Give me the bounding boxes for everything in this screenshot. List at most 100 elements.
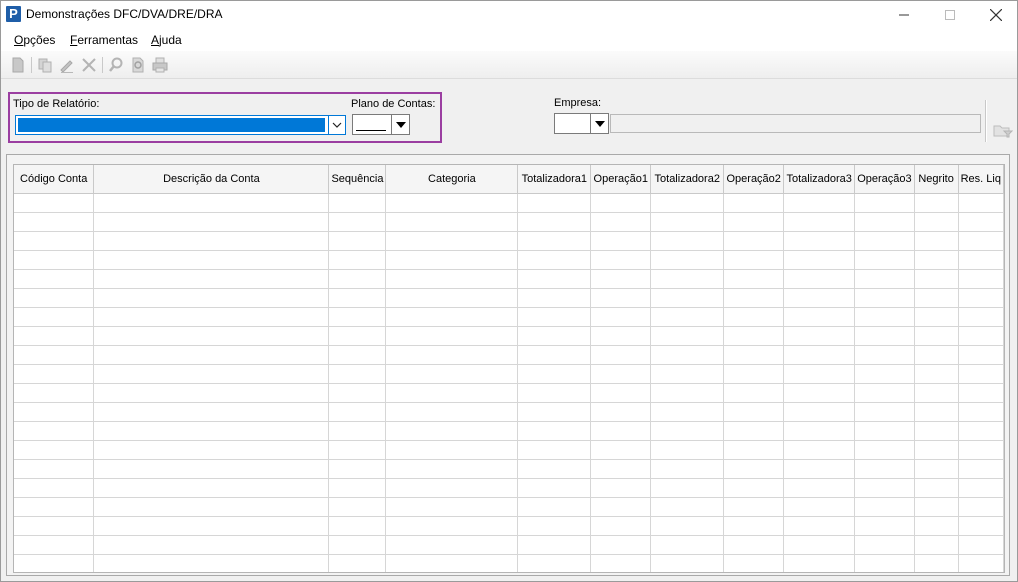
grid-cell[interactable] [14, 516, 95, 536]
grid-cell[interactable] [854, 307, 915, 327]
grid-cell[interactable] [650, 383, 725, 403]
grid-cell[interactable] [590, 383, 652, 403]
grid-cell[interactable] [723, 459, 785, 479]
grid-cell[interactable] [723, 383, 785, 403]
grid-cell[interactable] [854, 250, 915, 270]
grid-cell[interactable] [783, 516, 856, 536]
grid-cell[interactable] [958, 421, 1004, 441]
grid-cell[interactable] [328, 554, 387, 572]
grid-cell[interactable] [723, 478, 785, 498]
grid-cell[interactable] [517, 193, 592, 213]
table-row[interactable] [14, 326, 1004, 346]
column-header[interactable]: Res. Liq [958, 165, 1004, 194]
grid-cell[interactable] [590, 440, 652, 460]
grid-cell[interactable] [958, 516, 1004, 536]
print-icon[interactable] [151, 56, 169, 74]
grid-cell[interactable] [93, 231, 330, 251]
grid-cell[interactable] [783, 440, 856, 460]
grid-cell[interactable] [385, 497, 519, 517]
grid-cell[interactable] [385, 326, 519, 346]
grid-cell[interactable] [385, 402, 519, 422]
grid-cell[interactable] [854, 383, 915, 403]
grid-cell[interactable] [914, 288, 959, 308]
grid-cell[interactable] [517, 421, 592, 441]
grid-cell[interactable] [650, 288, 725, 308]
grid-cell[interactable] [914, 231, 959, 251]
column-header[interactable]: Categoria [385, 165, 519, 194]
grid-cell[interactable] [517, 554, 592, 572]
column-header[interactable]: Operação2 [723, 165, 785, 194]
grid-cell[interactable] [385, 459, 519, 479]
grid-cell[interactable] [14, 326, 95, 346]
grid-cell[interactable] [854, 212, 915, 232]
grid-cell[interactable] [650, 535, 725, 555]
table-row[interactable] [14, 402, 1004, 422]
grid-cell[interactable] [783, 364, 856, 384]
grid-cell[interactable] [650, 554, 725, 572]
grid-cell[interactable] [385, 269, 519, 289]
grid-cell[interactable] [914, 516, 959, 536]
grid-cell[interactable] [958, 288, 1004, 308]
grid-cell[interactable] [914, 364, 959, 384]
grid-cell[interactable] [14, 250, 95, 270]
grid-cell[interactable] [958, 231, 1004, 251]
grid-cell[interactable] [93, 193, 330, 213]
grid-cell[interactable] [914, 383, 959, 403]
grid-cell[interactable] [328, 383, 387, 403]
grid-cell[interactable] [854, 516, 915, 536]
grid-cell[interactable] [93, 326, 330, 346]
grid-cell[interactable] [517, 440, 592, 460]
table-row[interactable] [14, 383, 1004, 403]
tipo-relatorio-dropdown-button[interactable] [328, 116, 345, 134]
grid-cell[interactable] [590, 421, 652, 441]
grid-cell[interactable] [650, 193, 725, 213]
folder-filter-icon[interactable] [993, 123, 1013, 139]
grid-cell[interactable] [590, 364, 652, 384]
column-header[interactable]: Descrição da Conta [93, 165, 330, 194]
grid-cell[interactable] [14, 440, 95, 460]
grid-cell[interactable] [723, 497, 785, 517]
grid-cell[interactable] [93, 402, 330, 422]
preview-icon[interactable] [129, 56, 147, 74]
table-row[interactable] [14, 231, 1004, 251]
grid-cell[interactable] [723, 193, 785, 213]
grid-cell[interactable] [958, 269, 1004, 289]
grid-cell[interactable] [328, 345, 387, 365]
grid-cell[interactable] [783, 307, 856, 327]
grid-cell[interactable] [328, 212, 387, 232]
grid-cell[interactable] [517, 288, 592, 308]
grid-cell[interactable] [14, 421, 95, 441]
grid-cell[interactable] [590, 478, 652, 498]
grid-cell[interactable] [590, 250, 652, 270]
grid-cell[interactable] [93, 478, 330, 498]
accounts-grid[interactable]: Código Conta Descrição da Conta Sequência C… [13, 164, 1005, 573]
minimize-button[interactable] [881, 1, 927, 29]
grid-cell[interactable] [854, 269, 915, 289]
grid-cell[interactable] [650, 269, 725, 289]
grid-cell[interactable] [958, 383, 1004, 403]
grid-cell[interactable] [328, 535, 387, 555]
grid-cell[interactable] [385, 231, 519, 251]
grid-cell[interactable] [14, 193, 95, 213]
grid-cell[interactable] [650, 402, 725, 422]
grid-cell[interactable] [854, 326, 915, 346]
grid-cell[interactable] [590, 535, 652, 555]
grid-cell[interactable] [590, 402, 652, 422]
column-header[interactable]: Totalizadora2 [650, 165, 725, 194]
grid-cell[interactable] [914, 497, 959, 517]
table-row[interactable] [14, 250, 1004, 270]
grid-cell[interactable] [854, 364, 915, 384]
grid-cell[interactable] [854, 440, 915, 460]
table-row[interactable] [14, 345, 1004, 365]
grid-cell[interactable] [783, 497, 856, 517]
delete-icon[interactable] [80, 56, 98, 74]
grid-cell[interactable] [93, 269, 330, 289]
grid-cell[interactable] [328, 421, 387, 441]
grid-cell[interactable] [328, 478, 387, 498]
maximize-button[interactable] [927, 1, 973, 29]
grid-cell[interactable] [590, 307, 652, 327]
grid-cell[interactable] [590, 459, 652, 479]
grid-cell[interactable] [958, 402, 1004, 422]
grid-cell[interactable] [517, 269, 592, 289]
grid-cell[interactable] [783, 288, 856, 308]
